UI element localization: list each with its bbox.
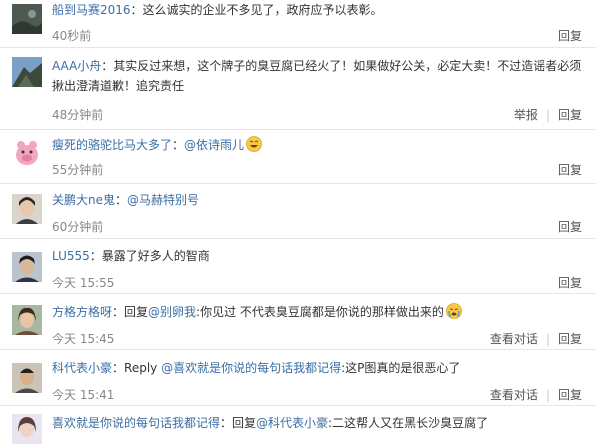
mention-link[interactable]: @马赫特别号 xyxy=(127,193,199,207)
comment-username[interactable]: 喜欢就是你说的每句话我都记得 xyxy=(52,416,220,430)
avatar-image xyxy=(12,138,42,168)
comment-time: 今天 15:45 xyxy=(52,332,115,346)
comment-text: 方格方格呀：回复@别卵我:你见过 不代表臭豆腐都是你说的那样做出来的 xyxy=(52,302,586,322)
comment-meta: 今天 15:45 查看对话 | 回复 xyxy=(52,330,582,348)
comment-list: 船到马赛2016：这么诚实的企业不多见了，政府应予以表彰。 40秒前 回复 AA… xyxy=(0,0,596,444)
comment-text: 瘦死的骆驼比马大多了：@依诗雨儿 xyxy=(52,135,586,155)
comment-actions: 查看对话 | 回复 xyxy=(478,386,582,404)
comment-item: 方格方格呀：回复@别卵我:你见过 不代表臭豆腐都是你说的那样做出来的 今天 15… xyxy=(0,294,596,350)
comment-item: 船到马赛2016：这么诚实的企业不多见了，政府应予以表彰。 40秒前 回复 xyxy=(0,0,596,48)
avatar[interactable] xyxy=(12,57,42,87)
view-conversation-button[interactable]: 查看对话 xyxy=(490,332,538,346)
separator: | xyxy=(545,388,550,402)
comment-text: 喜欢就是你说的每句话我都记得：回复@科代表小豪:二这帮人又在黑长沙臭豆腐了 xyxy=(52,413,586,433)
avatar-image xyxy=(12,363,42,393)
avatar[interactable] xyxy=(12,305,42,335)
comment-meta: 55分钟前 回复 xyxy=(52,161,582,179)
comment-time: 今天 15:55 xyxy=(52,276,115,290)
reply-button[interactable]: 回复 xyxy=(558,332,582,346)
comment-actions: 举报 | 回复 xyxy=(502,106,582,124)
comment-body-rest: :你见过 不代表臭豆腐都是你说的那样做出来的 xyxy=(196,305,444,319)
comment-actions: 查看对话 | 回复 xyxy=(478,330,582,348)
comment-item: 科代表小豪：Reply @喜欢就是你说的每句话我都记得:这P图真的是很恶心了 今… xyxy=(0,350,596,406)
avatar[interactable] xyxy=(12,138,42,168)
comment-text: LU555：暴露了好多人的智商 xyxy=(52,246,586,266)
comment-meta: 今天 15:55 回复 xyxy=(52,274,582,292)
avatar-image xyxy=(12,57,42,87)
avatar[interactable] xyxy=(12,252,42,282)
comment-body: ：回复 xyxy=(112,305,149,319)
comment-meta: 今天 15:41 查看对话 | 回复 xyxy=(52,386,582,404)
comment-item: AAA小舟：其实反过来想，这个牌子的臭豆腐已经火了！如果做好公关，必定大卖！不过… xyxy=(0,48,596,130)
comment-username[interactable]: AAA小舟 xyxy=(52,59,101,73)
avatar[interactable] xyxy=(12,414,42,444)
reply-button[interactable]: 回复 xyxy=(558,276,582,290)
comment-meta: 40秒前 回复 xyxy=(52,27,582,45)
comment-actions: 回复 xyxy=(546,27,582,45)
avatar-image xyxy=(12,305,42,335)
comment-body: ：回复 xyxy=(220,416,257,430)
avatar-image xyxy=(12,252,42,282)
comment-actions: 回复 xyxy=(546,161,582,179)
comment-body: ：暴露了好多人的智商 xyxy=(89,249,210,263)
comment-item: 喜欢就是你说的每句话我都记得：回复@科代表小豪:二这帮人又在黑长沙臭豆腐了 xyxy=(0,406,596,444)
avatar-image xyxy=(12,194,42,224)
report-button[interactable]: 举报 xyxy=(514,108,538,122)
comment-text: 关鹏大ne鬼：@马赫特别号 xyxy=(52,190,586,210)
comment-time: 今天 15:41 xyxy=(52,388,115,402)
comment-time: 48分钟前 xyxy=(52,108,104,122)
reply-button[interactable]: 回复 xyxy=(558,29,582,43)
mention-link[interactable]: @喜欢就是你说的每句话我都记得 xyxy=(161,361,341,375)
comment-username[interactable]: LU555 xyxy=(52,249,90,263)
avatar-image xyxy=(12,4,42,34)
comment-text: AAA小舟：其实反过来想，这个牌子的臭豆腐已经火了！如果做好公关，必定大卖！不过… xyxy=(52,56,586,96)
avatar[interactable] xyxy=(12,363,42,393)
comment-body-rest: :二这帮人又在黑长沙臭豆腐了 xyxy=(328,416,489,430)
comment-item: LU555：暴露了好多人的智商 今天 15:55 回复 xyxy=(0,239,596,294)
reply-button[interactable]: 回复 xyxy=(558,220,582,234)
avatar-image xyxy=(12,414,42,444)
reply-button[interactable]: 回复 xyxy=(558,108,582,122)
mention-link[interactable]: @依诗雨儿 xyxy=(184,138,244,152)
comment-username[interactable]: 方格方格呀 xyxy=(52,305,112,319)
view-conversation-button[interactable]: 查看对话 xyxy=(490,388,538,402)
comment-time: 55分钟前 xyxy=(52,163,104,177)
comment-meta: 48分钟前 举报 | 回复 xyxy=(52,106,582,124)
separator: | xyxy=(545,332,550,346)
comment-username[interactable]: 船到马赛2016 xyxy=(52,3,131,17)
avatar[interactable] xyxy=(12,4,42,34)
comment-body-rest: :这P图真的是很恶心了 xyxy=(341,361,461,375)
reply-button[interactable]: 回复 xyxy=(558,388,582,402)
comment-username[interactable]: 关鹏大ne鬼 xyxy=(52,193,115,207)
comment-time: 60分钟前 xyxy=(52,220,104,234)
crying-emoji-icon xyxy=(446,303,462,319)
comment-text: 科代表小豪：Reply @喜欢就是你说的每句话我都记得:这P图真的是很恶心了 xyxy=(52,358,586,378)
comment-body: ： xyxy=(172,138,185,152)
mention-link[interactable]: @科代表小豪 xyxy=(256,416,328,430)
comment-text: 船到马赛2016：这么诚实的企业不多见了，政府应予以表彰。 xyxy=(52,0,586,20)
comment-item: 瘦死的骆驼比马大多了：@依诗雨儿 55分钟前 回复 xyxy=(0,130,596,184)
reply-button[interactable]: 回复 xyxy=(558,163,582,177)
comment-username[interactable]: 瘦死的骆驼比马大多了 xyxy=(52,138,172,152)
comment-item: 关鹏大ne鬼：@马赫特别号 60分钟前 回复 xyxy=(0,184,596,239)
comment-body: ： xyxy=(115,193,128,207)
comment-time: 40秒前 xyxy=(52,29,92,43)
laughing-emoji-icon xyxy=(246,136,262,152)
separator: | xyxy=(545,108,550,122)
comment-body: ：这么诚实的企业不多见了，政府应予以表彰。 xyxy=(130,3,383,17)
comment-body: ：其实反过来想，这个牌子的臭豆腐已经火了！如果做好公关，必定大卖！不过造谣者必须… xyxy=(52,59,582,93)
mention-link[interactable]: @别卵我 xyxy=(148,305,196,319)
avatar[interactable] xyxy=(12,194,42,224)
comment-body: ：Reply xyxy=(112,361,162,375)
comment-username[interactable]: 科代表小豪 xyxy=(52,361,112,375)
comment-actions: 回复 xyxy=(546,218,582,236)
comment-meta: 60分钟前 回复 xyxy=(52,218,582,236)
comment-actions: 回复 xyxy=(546,274,582,292)
